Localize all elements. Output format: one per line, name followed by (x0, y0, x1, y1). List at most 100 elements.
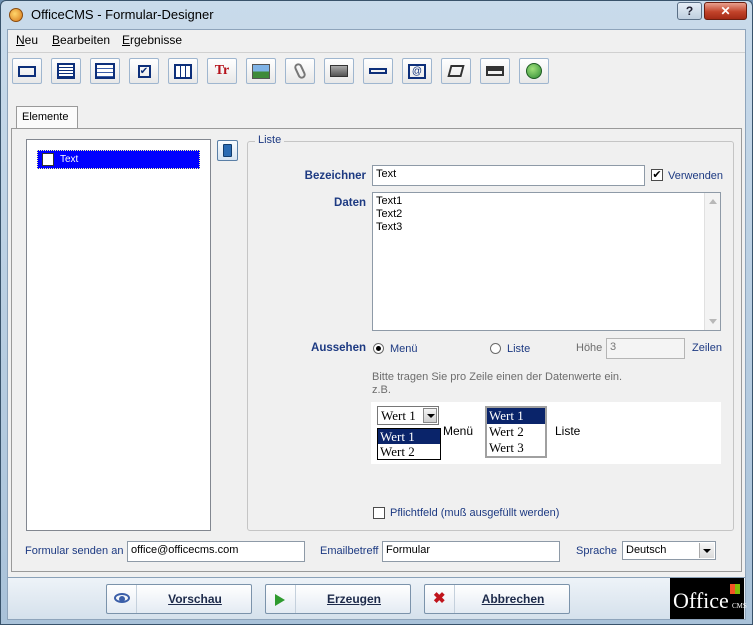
element-list[interactable]: Text (26, 139, 211, 531)
tool-note[interactable] (441, 58, 471, 84)
daten-label: Daten (334, 197, 366, 209)
example-preview: Wert 1 Wert 1 Wert 2 Menü Wert 1 Wert 2 … (371, 402, 721, 464)
x-icon: ✖ (425, 585, 455, 613)
note-icon (447, 65, 465, 77)
window-title: OfficeCMS - Formular-Designer (31, 7, 214, 22)
tab-elemente[interactable]: Elemente (16, 106, 78, 129)
table-icon (174, 63, 192, 79)
daten-line: Text3 (376, 221, 403, 233)
language-label: Sprache (576, 545, 617, 557)
tool-group[interactable] (480, 58, 510, 84)
arrow-right-icon (266, 585, 296, 613)
properties-button[interactable] (217, 140, 238, 161)
menu-bar: Neu Bearbeiten Ergebnisse (8, 30, 745, 50)
menu-bearbeiten-hotkey: B (52, 33, 61, 47)
subject-input[interactable]: Formular (382, 541, 560, 562)
daten-textarea[interactable]: Text1 Text2 Text3 (372, 192, 721, 331)
example-list-caption: Liste (555, 424, 581, 438)
verwenden-label: Verwenden (668, 170, 724, 182)
list-element-icon (42, 153, 54, 166)
cancel-button[interactable]: ✖ Abbrechen (424, 584, 570, 614)
menu-ergebnisse-label: rgebnisse (130, 33, 183, 47)
menu-neu-hotkey: N (16, 33, 25, 47)
close-button[interactable]: ✕ (704, 2, 747, 20)
chevron-down-icon (423, 408, 437, 423)
verwenden-checkbox[interactable]: ✔ (651, 169, 663, 181)
tool-separator[interactable] (363, 58, 393, 84)
aussehen-label: Aussehen (311, 342, 366, 354)
example-dropdown-option: Wert 1 (378, 429, 440, 444)
officecms-logo: Office CMS (670, 578, 747, 619)
cancel-label: Abbrechen (481, 592, 545, 606)
title-bar: OfficeCMS - Formular-Designer ? ✕ (1, 1, 752, 29)
toolbar: ✔ Tr @ (8, 52, 745, 92)
button-bar: Vorschau Erzeugen ✖ Abbrechen Office CMS (8, 577, 747, 619)
textfield-icon (18, 65, 36, 77)
tool-email[interactable]: @ (402, 58, 432, 84)
example-combo-value: Wert 1 (381, 408, 416, 423)
logo-main-text: Office (673, 588, 729, 613)
tool-attachment[interactable] (285, 58, 315, 84)
language-value: Deutsch (626, 544, 667, 556)
daten-line: Text2 (376, 208, 403, 220)
tool-list[interactable] (90, 58, 120, 84)
separator-icon (369, 68, 387, 74)
example-dropdown-option: Wert 2 (380, 444, 415, 459)
scroll-up-icon (709, 199, 717, 204)
hoehe-input[interactable]: 3 (606, 338, 685, 359)
menu-bearbeiten[interactable]: Bearbeiten (52, 33, 110, 47)
radio-menu[interactable] (373, 343, 384, 354)
tool-frame[interactable] (324, 58, 354, 84)
menu-ergebnisse-hotkey: E (122, 33, 131, 47)
pflichtfeld-checkbox[interactable] (373, 507, 385, 519)
tool-globe[interactable] (519, 58, 549, 84)
tool-image[interactable] (246, 58, 276, 84)
generate-label: Erzeugen (326, 592, 381, 606)
preview-button[interactable]: Vorschau (106, 584, 252, 614)
send-to-input[interactable]: office@officecms.com (127, 541, 305, 562)
daten-line: Text1 (376, 195, 403, 207)
example-listbox-option: Wert 3 (489, 440, 524, 455)
daten-scrollbar[interactable] (704, 193, 720, 330)
windows-flag-icon (730, 584, 740, 594)
zeilen-label: Zeilen (692, 342, 722, 354)
generate-button[interactable]: Erzeugen (265, 584, 411, 614)
client-area: Neu Bearbeiten Ergebnisse ✔ Tr @ Element… (7, 29, 747, 620)
menu-ergebnisse[interactable]: Ergebnisse (122, 33, 182, 47)
hoehe-label: Höhe (576, 342, 603, 354)
pflichtfeld-label: Pflichtfeld (muß ausgefüllt werden) (390, 507, 560, 519)
radio-liste-label: Liste (507, 343, 531, 355)
preview-label: Vorschau (168, 592, 222, 606)
scroll-down-icon (709, 319, 717, 324)
text-format-icon: Tr (214, 63, 230, 78)
tool-checkbox[interactable]: ✔ (129, 58, 159, 84)
example-listbox-option: Wert 1 (487, 408, 545, 424)
bezeichner-input[interactable]: Text (372, 165, 645, 186)
element-list-item-label: Text (60, 154, 79, 165)
chevron-down-icon (699, 543, 714, 558)
subject-label: Emailbetreff (320, 545, 379, 557)
element-list-item[interactable]: Text (37, 150, 200, 169)
hint-line-1: Bitte tragen Sie pro Zeile einen der Dat… (372, 371, 623, 383)
send-to-label: Formular senden an (25, 545, 124, 557)
app-icon (9, 8, 23, 22)
textarea-icon (57, 63, 75, 79)
eye-icon (107, 585, 137, 613)
logo-sub-text: CMS (732, 602, 747, 610)
tool-table[interactable] (168, 58, 198, 84)
tool-text-format[interactable]: Tr (207, 58, 237, 84)
tab-panel: Text Liste Bezeichner Text ✔ Verwenden D… (11, 128, 742, 572)
example-dropdown: Wert 1 Wert 2 (377, 428, 441, 460)
tool-textfield[interactable] (12, 58, 42, 84)
radio-liste[interactable] (490, 343, 501, 354)
tool-textarea[interactable] (51, 58, 81, 84)
group-icon (486, 66, 504, 76)
language-select[interactable]: Deutsch (622, 541, 716, 560)
help-button[interactable]: ? (677, 2, 702, 20)
radio-menu-label: Menü (390, 343, 418, 355)
example-menu-caption: Menü (443, 424, 474, 438)
checkbox-icon: ✔ (137, 64, 151, 78)
frame-icon (330, 65, 348, 77)
globe-icon (526, 63, 542, 79)
menu-neu[interactable]: Neu (16, 33, 38, 47)
